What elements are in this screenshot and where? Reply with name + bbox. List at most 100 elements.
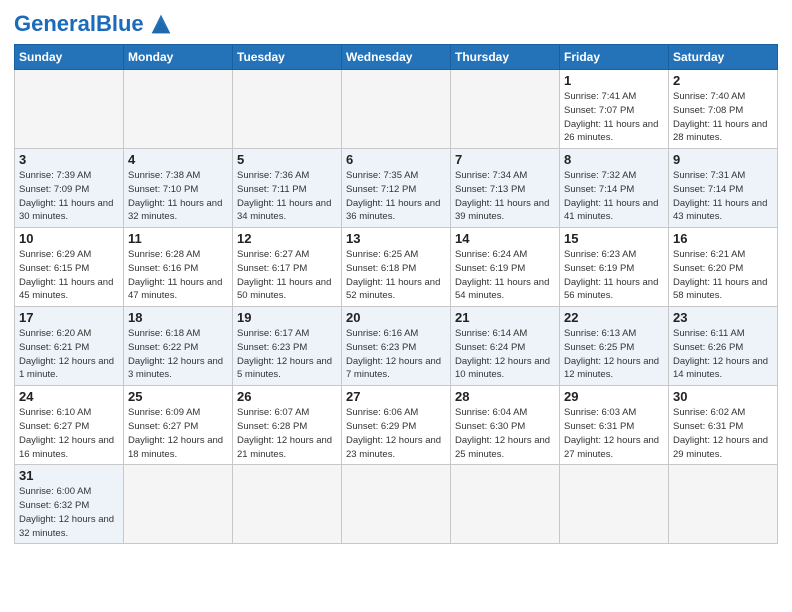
day-cell: 27Sunrise: 6:06 AM Sunset: 6:29 PM Dayli… (342, 386, 451, 465)
day-number: 14 (455, 231, 555, 246)
day-cell: 6 Sunrise: 7:35 AM Sunset: 7:12 PM Daylig… (342, 149, 451, 228)
day-number: 23 (673, 310, 773, 325)
day-number: 15 (564, 231, 664, 246)
day-info: Sunrise: 6:23 AM Sunset: 6:19 PM Dayligh… (564, 248, 664, 303)
day-number: 4 (128, 152, 228, 167)
week-row-1: 1 Sunrise: 7:41 AM Sunset: 7:07 PM Daylig… (15, 70, 778, 149)
day-info: Sunrise: 6:17 AM Sunset: 6:23 PM Dayligh… (237, 327, 337, 382)
day-cell (342, 465, 451, 544)
day-cell (15, 70, 124, 149)
header-cell-thursday: Thursday (451, 45, 560, 70)
day-info: Sunrise: 6:00 AM Sunset: 6:32 PM Dayligh… (19, 485, 119, 540)
day-number: 5 (237, 152, 337, 167)
day-cell (451, 465, 560, 544)
day-number: 20 (346, 310, 446, 325)
day-info: Sunrise: 7:35 AM Sunset: 7:12 PM Dayligh… (346, 169, 446, 224)
day-cell: 29 Sunrise: 6:03 AM Sunset: 6:31 PM Dayli… (560, 386, 669, 465)
day-cell: 24Sunrise: 6:10 AM Sunset: 6:27 PM Dayli… (15, 386, 124, 465)
header-row: SundayMondayTuesdayWednesdayThursdayFrid… (15, 45, 778, 70)
day-info: Sunrise: 6:11 AM Sunset: 6:26 PM Dayligh… (673, 327, 773, 382)
day-number: 1 (564, 73, 664, 88)
day-cell: 16Sunrise: 6:21 AM Sunset: 6:20 PM Dayli… (669, 228, 778, 307)
day-info: Sunrise: 6:21 AM Sunset: 6:20 PM Dayligh… (673, 248, 773, 303)
day-cell: 11 Sunrise: 6:28 AM Sunset: 6:16 PM Dayli… (124, 228, 233, 307)
header-cell-saturday: Saturday (669, 45, 778, 70)
day-cell: 26 Sunrise: 6:07 AM Sunset: 6:28 PM Dayli… (233, 386, 342, 465)
day-number: 13 (346, 231, 446, 246)
day-number: 6 (346, 152, 446, 167)
day-number: 22 (564, 310, 664, 325)
day-info: Sunrise: 6:16 AM Sunset: 6:23 PM Dayligh… (346, 327, 446, 382)
day-cell (233, 70, 342, 149)
day-info: Sunrise: 7:41 AM Sunset: 7:07 PM Dayligh… (564, 90, 664, 145)
day-info: Sunrise: 6:20 AM Sunset: 6:21 PM Dayligh… (19, 327, 119, 382)
logo-text: GeneralBlue (14, 13, 144, 35)
day-number: 2 (673, 73, 773, 88)
day-number: 17 (19, 310, 119, 325)
day-cell: 15 Sunrise: 6:23 AM Sunset: 6:19 PM Dayli… (560, 228, 669, 307)
day-cell: 4 Sunrise: 7:38 AM Sunset: 7:10 PM Daylig… (124, 149, 233, 228)
day-number: 25 (128, 389, 228, 404)
logo-general: General (14, 11, 96, 36)
header-cell-monday: Monday (124, 45, 233, 70)
header-cell-friday: Friday (560, 45, 669, 70)
day-info: Sunrise: 7:38 AM Sunset: 7:10 PM Dayligh… (128, 169, 228, 224)
header-cell-tuesday: Tuesday (233, 45, 342, 70)
day-cell: 1 Sunrise: 7:41 AM Sunset: 7:07 PM Daylig… (560, 70, 669, 149)
day-info: Sunrise: 7:31 AM Sunset: 7:14 PM Dayligh… (673, 169, 773, 224)
day-cell: 18Sunrise: 6:18 AM Sunset: 6:22 PM Dayli… (124, 307, 233, 386)
day-cell: 9 Sunrise: 7:31 AM Sunset: 7:14 PM Daylig… (669, 149, 778, 228)
day-info: Sunrise: 7:32 AM Sunset: 7:14 PM Dayligh… (564, 169, 664, 224)
day-number: 19 (237, 310, 337, 325)
day-cell: 13 Sunrise: 6:25 AM Sunset: 6:18 PM Dayli… (342, 228, 451, 307)
day-info: Sunrise: 6:03 AM Sunset: 6:31 PM Dayligh… (564, 406, 664, 461)
week-row-4: 17 Sunrise: 6:20 AM Sunset: 6:21 PM Dayli… (15, 307, 778, 386)
day-info: Sunrise: 6:10 AM Sunset: 6:27 PM Dayligh… (19, 406, 119, 461)
header-cell-wednesday: Wednesday (342, 45, 451, 70)
day-cell: 2Sunrise: 7:40 AM Sunset: 7:08 PM Daylig… (669, 70, 778, 149)
day-cell: 7 Sunrise: 7:34 AM Sunset: 7:13 PM Daylig… (451, 149, 560, 228)
day-info: Sunrise: 7:36 AM Sunset: 7:11 PM Dayligh… (237, 169, 337, 224)
day-cell: 3 Sunrise: 7:39 AM Sunset: 7:09 PM Daylig… (15, 149, 124, 228)
day-cell: 31 Sunrise: 6:00 AM Sunset: 6:32 PM Dayli… (15, 465, 124, 544)
week-row-2: 3 Sunrise: 7:39 AM Sunset: 7:09 PM Daylig… (15, 149, 778, 228)
day-info: Sunrise: 6:09 AM Sunset: 6:27 PM Dayligh… (128, 406, 228, 461)
day-info: Sunrise: 6:07 AM Sunset: 6:28 PM Dayligh… (237, 406, 337, 461)
logo-icon (147, 10, 175, 38)
day-info: Sunrise: 6:28 AM Sunset: 6:16 PM Dayligh… (128, 248, 228, 303)
day-cell: 25 Sunrise: 6:09 AM Sunset: 6:27 PM Dayli… (124, 386, 233, 465)
day-number: 9 (673, 152, 773, 167)
day-info: Sunrise: 7:39 AM Sunset: 7:09 PM Dayligh… (19, 169, 119, 224)
day-cell: 17 Sunrise: 6:20 AM Sunset: 6:21 PM Dayli… (15, 307, 124, 386)
day-info: Sunrise: 6:25 AM Sunset: 6:18 PM Dayligh… (346, 248, 446, 303)
day-cell: 8Sunrise: 7:32 AM Sunset: 7:14 PM Daylig… (560, 149, 669, 228)
day-info: Sunrise: 6:02 AM Sunset: 6:31 PM Dayligh… (673, 406, 773, 461)
day-info: Sunrise: 6:29 AM Sunset: 6:15 PM Dayligh… (19, 248, 119, 303)
day-number: 18 (128, 310, 228, 325)
day-cell (124, 70, 233, 149)
day-cell: 22 Sunrise: 6:13 AM Sunset: 6:25 PM Dayli… (560, 307, 669, 386)
day-number: 30 (673, 389, 773, 404)
day-cell (451, 70, 560, 149)
logo: GeneralBlue (14, 10, 175, 38)
calendar-table: SundayMondayTuesdayWednesdayThursdayFrid… (14, 44, 778, 544)
day-info: Sunrise: 7:34 AM Sunset: 7:13 PM Dayligh… (455, 169, 555, 224)
day-info: Sunrise: 6:27 AM Sunset: 6:17 PM Dayligh… (237, 248, 337, 303)
day-number: 11 (128, 231, 228, 246)
day-cell: 14Sunrise: 6:24 AM Sunset: 6:19 PM Dayli… (451, 228, 560, 307)
day-info: Sunrise: 6:13 AM Sunset: 6:25 PM Dayligh… (564, 327, 664, 382)
day-cell: 20 Sunrise: 6:16 AM Sunset: 6:23 PM Dayli… (342, 307, 451, 386)
day-number: 31 (19, 468, 119, 483)
day-number: 3 (19, 152, 119, 167)
day-cell: 23 Sunrise: 6:11 AM Sunset: 6:26 PM Dayli… (669, 307, 778, 386)
week-row-6: 31 Sunrise: 6:00 AM Sunset: 6:32 PM Dayli… (15, 465, 778, 544)
day-info: Sunrise: 6:04 AM Sunset: 6:30 PM Dayligh… (455, 406, 555, 461)
week-row-5: 24Sunrise: 6:10 AM Sunset: 6:27 PM Dayli… (15, 386, 778, 465)
header: GeneralBlue (14, 10, 778, 38)
day-cell (342, 70, 451, 149)
day-cell (669, 465, 778, 544)
day-number: 26 (237, 389, 337, 404)
day-number: 29 (564, 389, 664, 404)
day-cell (124, 465, 233, 544)
day-number: 7 (455, 152, 555, 167)
